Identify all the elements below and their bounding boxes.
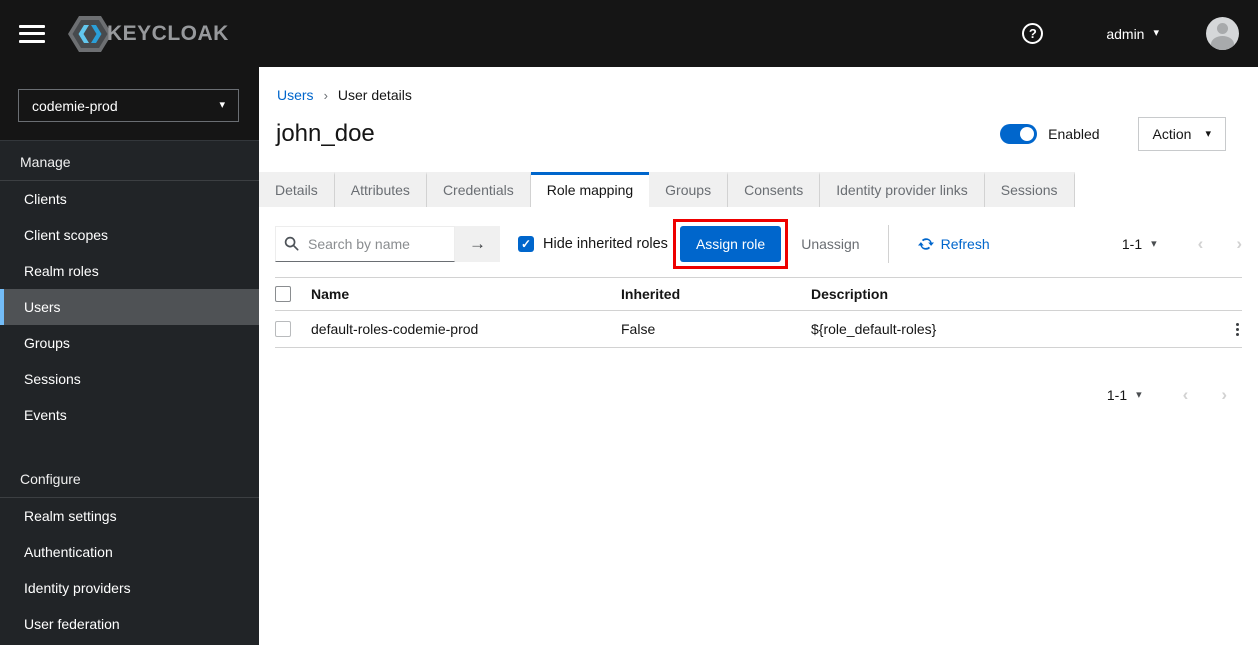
top-bar: KEYCLOAK ? admin ▾ [0, 0, 1258, 67]
table-header-row: Name Inherited Description [275, 277, 1242, 311]
username: admin [1106, 25, 1145, 42]
description-cell: ${role_default-roles} [811, 321, 937, 337]
breadcrumb-current: User details [337, 87, 412, 103]
role-mapping-toolbar: → ✓ Hide inherited roles Assign role Una… [259, 207, 1258, 270]
tab-identity-provider-links[interactable]: Identity provider links [820, 172, 985, 207]
enabled-label: Enabled [1048, 126, 1100, 142]
page-header: john_doe Enabled Action ▾ [259, 103, 1258, 151]
caret-down-icon: ▾ [1153, 27, 1159, 39]
realm-selector-section: codemie-prod ▾ [0, 67, 259, 141]
search-submit-button[interactable]: → [455, 226, 500, 262]
sidebar-item-authentication[interactable]: Authentication [0, 534, 259, 570]
tab-consents[interactable]: Consents [728, 172, 821, 207]
tab-bar: Details Attributes Credentials Role mapp… [259, 172, 1258, 207]
avatar[interactable] [1206, 17, 1239, 50]
sidebar-item-realm-settings[interactable]: Realm settings [0, 498, 259, 534]
caret-down-icon: ▾ [1151, 237, 1157, 250]
sidebar-item-user-federation[interactable]: User federation [0, 606, 259, 642]
chevron-left-icon[interactable]: ‹ [1183, 385, 1189, 405]
main-content: Users › User details john_doe Enabled Ac… [259, 67, 1258, 645]
row-checkbox[interactable] [275, 321, 291, 337]
nav-section-configure: Configure [0, 458, 259, 498]
sidebar-nav: Manage Clients Client scopes Realm roles… [0, 141, 259, 642]
column-header-name: Name [311, 286, 350, 302]
role-mapping-table: Name Inherited Description default-roles… [275, 277, 1242, 348]
pagination-range-dropdown[interactable]: 1-1 ▾ [1107, 387, 1142, 403]
column-header-inherited: Inherited [621, 286, 681, 302]
select-all-checkbox[interactable] [275, 286, 291, 302]
hide-inherited-roles-checkbox-group[interactable]: ✓ Hide inherited roles [518, 236, 668, 252]
sidebar-item-events[interactable]: Events [0, 397, 259, 433]
search-input[interactable] [275, 226, 455, 262]
page-title: john_doe [276, 120, 375, 147]
caret-down-icon: ▾ [1205, 127, 1211, 140]
sidebar-item-sessions[interactable]: Sessions [0, 361, 259, 397]
sidebar-item-identity-providers[interactable]: Identity providers [0, 570, 259, 606]
user-menu[interactable]: admin ▾ [1106, 26, 1159, 42]
breadcrumb-users-link[interactable]: Users [277, 87, 314, 103]
checkbox-checked-icon[interactable]: ✓ [518, 236, 534, 252]
breadcrumb: Users › User details [259, 67, 1258, 103]
chevron-right-icon[interactable]: › [1236, 234, 1242, 254]
tab-attributes[interactable]: Attributes [334, 172, 427, 207]
tab-credentials[interactable]: Credentials [426, 172, 531, 207]
realm-name: codemie-prod [32, 97, 118, 114]
kebab-menu-icon[interactable] [1233, 320, 1242, 339]
search-icon [284, 236, 299, 251]
caret-down-icon: ▾ [219, 99, 225, 111]
help-icon[interactable]: ? [1022, 23, 1044, 44]
chevron-left-icon[interactable]: ‹ [1198, 234, 1204, 254]
brand-text: KEYCLOAK [107, 21, 229, 45]
tab-details[interactable]: Details [259, 172, 335, 207]
sidebar-item-users[interactable]: Users [0, 289, 259, 325]
hide-inherited-roles-label: Hide inherited roles [543, 236, 668, 252]
breadcrumb-separator-icon: › [323, 87, 328, 103]
refresh-icon [917, 238, 934, 250]
caret-down-icon: ▾ [1136, 388, 1142, 401]
footer-pagination: 1-1 ▾ ‹ › [259, 385, 1258, 405]
unassign-button[interactable]: Unassign [801, 236, 859, 252]
sidebar-item-realm-roles[interactable]: Realm roles [0, 253, 259, 289]
tab-role-mapping[interactable]: Role mapping [530, 172, 650, 207]
role-name-cell: default-roles-codemie-prod [311, 321, 479, 337]
enabled-toggle[interactable] [1000, 124, 1038, 144]
hamburger-icon[interactable] [19, 24, 45, 43]
toolbar-divider [887, 225, 889, 263]
tab-groups[interactable]: Groups [649, 172, 729, 207]
sidebar-item-clients[interactable]: Clients [0, 181, 259, 217]
tab-sessions[interactable]: Sessions [984, 172, 1075, 207]
keycloak-logo: KEYCLOAK [67, 14, 229, 54]
sidebar-item-groups[interactable]: Groups [0, 325, 259, 361]
arrow-right-icon: → [469, 234, 486, 253]
realm-selector[interactable]: codemie-prod ▾ [18, 89, 239, 122]
pagination-range-dropdown[interactable]: 1-1 ▾ [1122, 236, 1157, 252]
table-row: default-roles-codemie-prod False ${role_… [275, 311, 1242, 348]
action-dropdown[interactable]: Action ▾ [1137, 117, 1226, 151]
column-header-description: Description [811, 286, 889, 302]
assign-role-button[interactable]: Assign role [679, 226, 782, 262]
sidebar-item-client-scopes[interactable]: Client scopes [0, 217, 259, 253]
nav-section-manage: Manage [0, 141, 259, 181]
sidebar: codemie-prod ▾ Manage Clients Client sco… [0, 67, 259, 645]
annotation-highlight-box: Assign role [672, 219, 789, 269]
refresh-button[interactable]: Refresh [917, 236, 990, 252]
chevron-right-icon[interactable]: › [1221, 385, 1227, 405]
toolbar-pagination: 1-1 ▾ ‹ › [1122, 234, 1242, 254]
inherited-cell: False [621, 321, 656, 337]
